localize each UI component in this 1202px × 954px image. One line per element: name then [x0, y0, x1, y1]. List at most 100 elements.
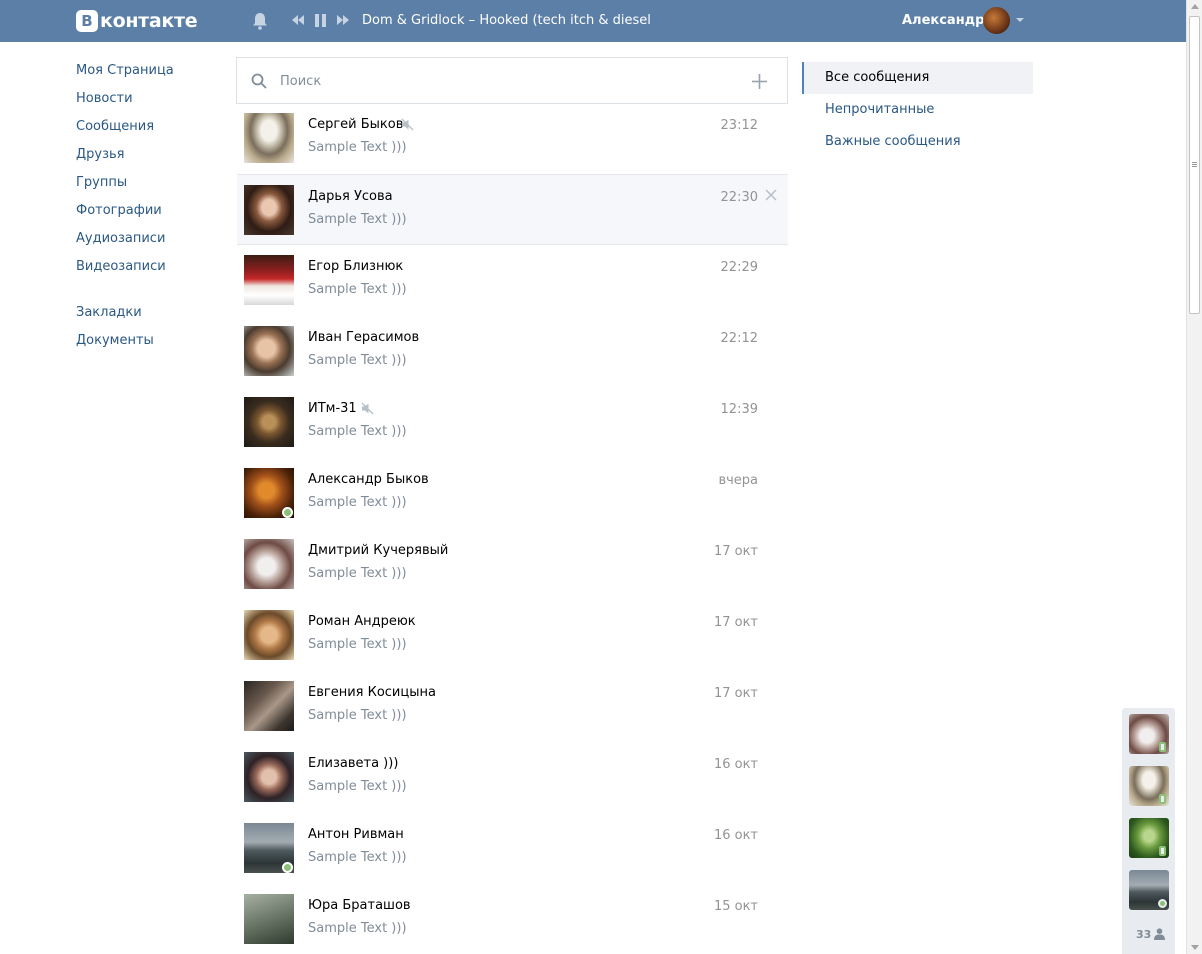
- add-icon[interactable]: [751, 73, 768, 90]
- online-indicator: [282, 862, 293, 873]
- filter-unread[interactable]: Непрочитанные: [802, 94, 1033, 126]
- header-user-avatar[interactable]: [983, 7, 1010, 34]
- dialog-time: 23:12: [720, 118, 758, 133]
- next-track-icon[interactable]: [337, 14, 349, 26]
- dialog-time: 22:29: [720, 260, 758, 275]
- dialog-name[interactable]: Роман Андреюк: [308, 614, 416, 629]
- dialog-avatar[interactable]: [244, 752, 294, 802]
- dialog-name[interactable]: Александр Быков: [308, 472, 429, 487]
- bell-icon[interactable]: [252, 12, 268, 30]
- pause-icon[interactable]: [315, 14, 326, 27]
- dialog-last-message: Sample Text ))): [308, 353, 407, 368]
- user-icon[interactable]: [1154, 928, 1165, 940]
- nav-audio[interactable]: Аудиозаписи: [76, 230, 226, 258]
- header-user-name[interactable]: Александр: [902, 13, 985, 28]
- dialog-row[interactable]: Роман Андреюк 17 окт Sample Text ))): [237, 600, 788, 671]
- dialog-time: 22:30: [720, 190, 758, 205]
- left-nav: Моя Страница Новости Сообщения Друзья Гр…: [76, 62, 226, 360]
- logo-text: контакте: [100, 9, 198, 32]
- dialog-avatar[interactable]: [244, 113, 294, 163]
- messages-filter-menu: Все сообщения Непрочитанные Важные сообщ…: [802, 62, 1033, 158]
- page-scrollbar[interactable]: [1186, 0, 1202, 954]
- nav-groups[interactable]: Группы: [76, 174, 226, 202]
- dialog-last-message: Sample Text ))): [308, 566, 407, 581]
- dialog-row[interactable]: Иван Герасимов 22:12 Sample Text ))): [237, 316, 788, 387]
- dialog-row[interactable]: Евгения Косицына 17 окт Sample Text ))): [237, 671, 788, 742]
- dialog-avatar[interactable]: [244, 397, 294, 447]
- scroll-up-arrow[interactable]: [1191, 4, 1199, 9]
- logo-letter: В: [76, 9, 98, 32]
- dialog-last-message: Sample Text ))): [308, 212, 407, 227]
- dialog-name[interactable]: Дарья Усова: [308, 189, 393, 204]
- search-input[interactable]: [280, 71, 720, 91]
- dialog-row[interactable]: Антон Ривман 16 окт Sample Text ))): [237, 813, 788, 884]
- dialog-row[interactable]: Дарья Усова 22:30 Sample Text ))): [237, 174, 788, 245]
- nav-messages[interactable]: Сообщения: [76, 118, 226, 146]
- filter-all-messages[interactable]: Все сообщения: [802, 62, 1033, 94]
- mobile-online-icon: [1159, 794, 1166, 804]
- search-icon: [251, 73, 267, 89]
- chevron-down-icon[interactable]: [1016, 18, 1024, 22]
- nav-documents[interactable]: Документы: [76, 332, 226, 360]
- dialog-list: Сергей Быков 23:12 Sample Text ))) Дарья Ус…: [237, 103, 788, 954]
- dialog-time: 22:12: [720, 331, 758, 346]
- dialog-time: 17 окт: [713, 686, 758, 701]
- scroll-down-arrow[interactable]: [1191, 945, 1199, 950]
- dialog-avatar[interactable]: [244, 539, 294, 589]
- dialog-name[interactable]: Елизавета ))): [308, 756, 398, 771]
- online-indicator: [282, 507, 293, 518]
- dialog-avatar[interactable]: [244, 326, 294, 376]
- vk-logo[interactable]: В контакте: [76, 9, 198, 32]
- dialog-name[interactable]: Дмитрий Кучерявый: [308, 543, 448, 558]
- dialog-time: 17 окт: [713, 615, 758, 630]
- nav-friends[interactable]: Друзья: [76, 146, 226, 174]
- dialog-last-message: Sample Text ))): [308, 779, 407, 794]
- nav-photos[interactable]: Фотографии: [76, 202, 226, 230]
- mobile-online-icon: [1159, 742, 1166, 752]
- nav-news[interactable]: Новости: [76, 90, 226, 118]
- dialog-name[interactable]: Антон Ривман: [308, 827, 404, 842]
- scroll-thumb[interactable]: [1189, 16, 1200, 314]
- dialog-time: вчера: [718, 473, 758, 488]
- dialog-name[interactable]: Юра Браташов: [308, 898, 411, 913]
- dialog-name[interactable]: ИТм-31: [308, 401, 357, 416]
- dialog-row[interactable]: Александр Быков вчера Sample Text ))): [237, 458, 788, 529]
- mobile-online-icon: [1159, 846, 1166, 856]
- dialog-avatar[interactable]: [244, 681, 294, 731]
- dialog-name[interactable]: Иван Герасимов: [308, 330, 419, 345]
- dialog-avatar[interactable]: [244, 185, 294, 235]
- dialog-time: 17 окт: [713, 544, 758, 559]
- close-icon[interactable]: [765, 189, 777, 201]
- dialog-name[interactable]: Егор Близнюк: [308, 259, 403, 274]
- filter-important[interactable]: Важные сообщения: [802, 126, 1033, 158]
- nav-bookmarks[interactable]: Закладки: [76, 304, 226, 332]
- dialog-last-message: Sample Text ))): [308, 708, 407, 723]
- dialog-last-message: Sample Text ))): [308, 637, 407, 652]
- dialog-last-message: Sample Text ))): [308, 424, 407, 439]
- nav-video[interactable]: Видеозаписи: [76, 258, 226, 286]
- dialog-time: 16 окт: [713, 757, 758, 772]
- muted-icon: [361, 402, 374, 415]
- dialog-row[interactable]: ИТм-31 12:39 Sample Text ))): [237, 387, 788, 458]
- dialog-avatar[interactable]: [244, 610, 294, 660]
- dialog-name[interactable]: Евгения Косицына: [308, 685, 436, 700]
- dialog-row[interactable]: Елизавета ))) 16 окт Sample Text ))): [237, 742, 788, 813]
- dialog-avatar[interactable]: [244, 255, 294, 305]
- now-playing-track[interactable]: Dom & Gridlock – Hooked (tech itch & die…: [362, 13, 652, 28]
- dialog-row[interactable]: Дмитрий Кучерявый 17 окт Sample Text ))): [237, 529, 788, 600]
- dialog-avatar[interactable]: [244, 894, 294, 944]
- dialog-name[interactable]: Сергей Быков: [308, 117, 403, 132]
- online-friends-count[interactable]: 33: [1136, 928, 1151, 941]
- dialog-row[interactable]: Юра Браташов 15 окт Sample Text ))): [237, 884, 788, 954]
- chat-dock: 33: [1122, 708, 1175, 954]
- dialog-last-message: Sample Text ))): [308, 282, 407, 297]
- muted-icon: [401, 118, 414, 131]
- scroll-grip-icon: [1192, 162, 1197, 163]
- dialog-row[interactable]: Егор Близнюк 22:29 Sample Text ))): [237, 245, 788, 316]
- dialog-time: 12:39: [720, 402, 758, 417]
- dialog-search-box: [236, 57, 788, 104]
- dialog-last-message: Sample Text ))): [308, 850, 407, 865]
- dialog-row[interactable]: Сергей Быков 23:12 Sample Text ))): [237, 103, 788, 174]
- nav-my-page[interactable]: Моя Страница: [76, 62, 226, 90]
- previous-track-icon[interactable]: [292, 14, 304, 26]
